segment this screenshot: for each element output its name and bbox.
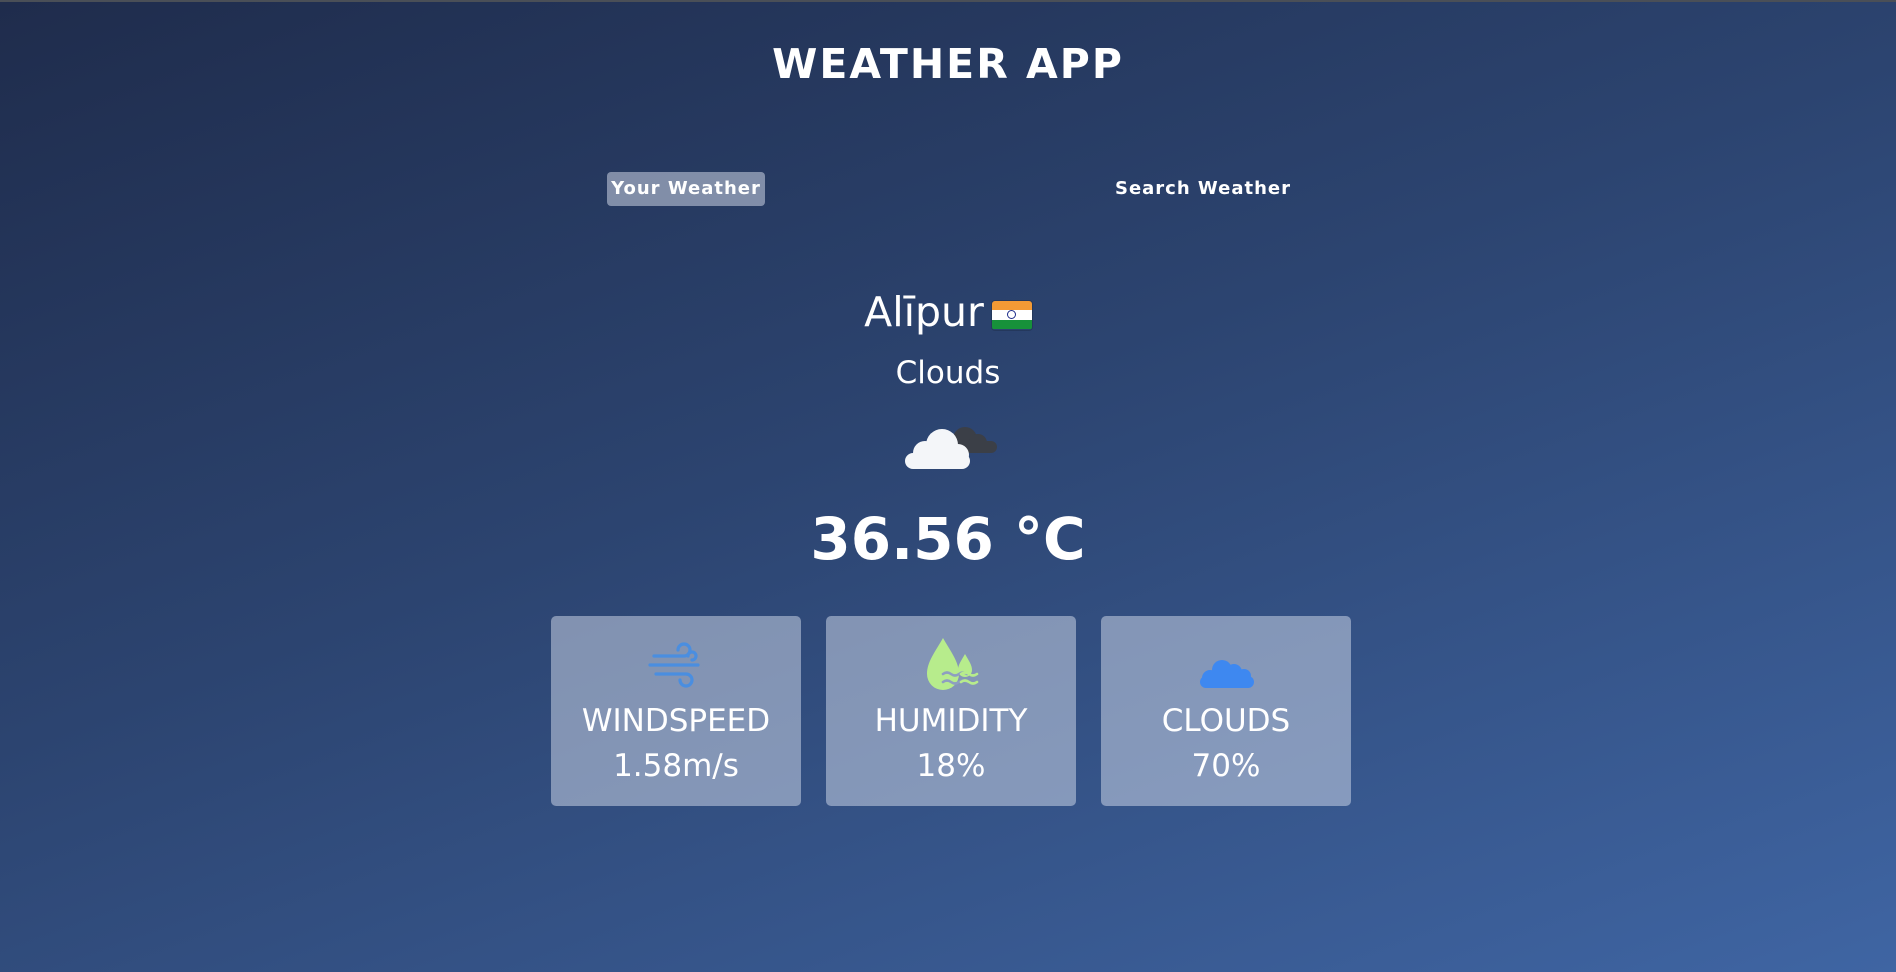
windspeed-label: WINDSPEED [581, 703, 771, 739]
temperature-value: 36.56 °C [810, 505, 1086, 573]
cloud-icon [1200, 660, 1254, 688]
window-top-border [0, 0, 1896, 2]
cloud-icon [905, 427, 997, 469]
tab-your-weather[interactable]: Your Weather [607, 172, 765, 206]
app-title: WEATHER APP [772, 40, 1124, 88]
humidity-value: 18% [916, 748, 986, 784]
humidity-label: HUMIDITY [874, 703, 1028, 739]
humidity-icon [927, 638, 979, 690]
city-name: Alīpur [864, 288, 984, 336]
windspeed-card: WINDSPEED 1.58m/s [551, 616, 801, 806]
humidity-card: HUMIDITY 18% [826, 616, 1076, 806]
windspeed-value: 1.58m/s [613, 748, 739, 784]
india-flag-icon [991, 300, 1032, 330]
clouds-value: 70% [1191, 748, 1261, 784]
location-header: Alīpur [0, 285, 1896, 339]
clouds-label: CLOUDS [1161, 703, 1291, 739]
weather-condition: Clouds [895, 355, 1001, 391]
tab-search-weather[interactable]: Search Weather [1093, 172, 1313, 206]
wind-icon [648, 642, 700, 688]
clouds-card: CLOUDS 70% [1101, 616, 1351, 806]
